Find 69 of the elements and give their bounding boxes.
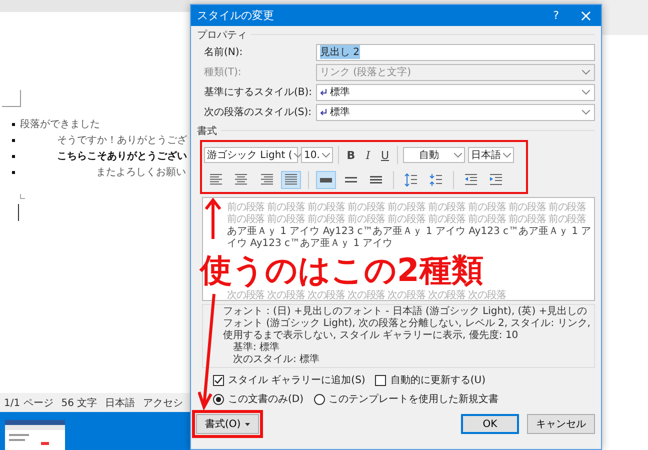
section-heading: 書式: [197, 124, 217, 138]
align-icon: [284, 174, 298, 186]
document-text: こちらこそありがとうござい: [57, 150, 187, 163]
annotation-text: 使うのはこの2種類: [200, 251, 484, 289]
field-value: 見出し 2: [320, 45, 360, 59]
font-size-dropdown[interactable]: 10.: [301, 147, 333, 163]
caret-icon: [244, 422, 250, 426]
preview-text: 前の段落 前の段落 前の段落 前の段落 前の段落 前の段落 前の段落 前の段落 前の段落: [227, 202, 588, 214]
name-field[interactable]: 見出し 2: [316, 44, 595, 60]
document-text: 段落ができました: [20, 118, 100, 131]
window-title: スタイルの変更: [197, 8, 274, 23]
scope-radio[interactable]: この文書のみ(D): [213, 392, 304, 406]
text-cursor: [18, 204, 19, 221]
field-label: 次の段落のスタイル(S):: [204, 106, 313, 119]
ok-button[interactable]: OK: [461, 414, 519, 434]
field-value: 標準: [330, 86, 350, 99]
preview-text: あア亜Ａｙ 1 アイウ Ay123 c™あア亜Ａｙ 1 アイウ Ay123 c™あア亜Ａｙ 1 アイウ Ay123 c™あア亜Ａｙ 1 アイウ: [227, 226, 592, 250]
indent-icon: [489, 174, 503, 186]
bullet-icon: [12, 138, 15, 142]
help-button[interactable]: ?: [541, 5, 571, 26]
preview-text: 次の段落 次の段落 次の段落 次の段落 次の段落 次の段落 次の段落: [227, 290, 507, 302]
bold-button[interactable]: B: [344, 147, 358, 163]
format-menu-button[interactable]: 書式(O): [196, 414, 259, 434]
align-icon: [234, 174, 248, 186]
font-dropdown[interactable]: 游ゴシック Light (: [204, 147, 298, 163]
scope-radio[interactable]: このテンプレートを使用した新規文書: [314, 392, 499, 406]
paragraph-mark-icon: [20, 194, 25, 199]
document-text: そうですか！ありがとうござ: [57, 134, 187, 147]
return-icon: [320, 88, 327, 96]
field-value: 標準: [330, 106, 350, 119]
align-justify-button[interactable]: [281, 171, 301, 189]
bullet-icon: [12, 122, 15, 126]
description-text: 基準: 標準: [232, 342, 281, 354]
return-icon: [320, 108, 327, 116]
status-text: 56 文字: [61, 396, 98, 410]
line-spacing-button[interactable]: [316, 171, 336, 189]
description-text: 次のスタイル: 標準: [232, 354, 321, 366]
arrow-annotation: [204, 198, 222, 240]
underline-button[interactable]: U: [378, 147, 392, 163]
style-dropdown[interactable]: 標準: [316, 84, 595, 100]
section-heading: プロパティ: [197, 28, 247, 42]
indent-icon: [464, 174, 478, 186]
language-dropdown[interactable]: 日本語: [468, 147, 514, 163]
window-thumbnail-icon[interactable]: [5, 420, 65, 450]
close-button[interactable]: ×: [571, 5, 601, 26]
spacing-arrows-icon: [404, 173, 418, 187]
field-label: 種類(T):: [204, 66, 242, 79]
status-text: 1/1 ページ: [4, 396, 54, 410]
field-label: 基準にするスタイル(B):: [204, 86, 314, 99]
description-text: フォント：(日) +見出しのフォント - 日本語 (游ゴシック Light), (英) +見出しのフォント (游ゴシック Light), 次の段落と分離しない, レベル 2, スタイル: リンク, 使用するまで表示しない, スタイル ギャラリーに表示, 優先度: 10: [223, 306, 591, 342]
align-icon: [209, 174, 223, 186]
status-text: 日本語: [105, 396, 136, 410]
option-checkbox[interactable]: スタイル ギャラリーに追加(S): [213, 373, 366, 387]
font-color-dropdown[interactable]: 自動: [403, 147, 465, 163]
cancel-button[interactable]: キャンセル: [527, 414, 595, 434]
bullet-icon: [12, 154, 15, 158]
field-label: 名前(N):: [204, 46, 244, 59]
status-text: アクセシ: [143, 396, 184, 410]
document-text: またよろしくお願い: [96, 166, 186, 179]
style-dropdown[interactable]: 標準: [316, 104, 595, 120]
line-spacing-icon: [369, 174, 383, 186]
italic-button[interactable]: I: [361, 147, 375, 163]
page-corner-mark: [2, 90, 21, 107]
align-icon: [259, 174, 273, 186]
option-checkbox[interactable]: 自動的に更新する(U): [375, 373, 486, 387]
spacing-arrows-icon: [429, 173, 443, 187]
preview-text: 前の段落 前の段落 前の段落 前の段落 前の段落 前の段落 前の段落 前の段落 前の段落: [227, 214, 588, 226]
bullet-icon: [12, 170, 15, 174]
field-value: リンク (段落と文字): [320, 66, 411, 79]
